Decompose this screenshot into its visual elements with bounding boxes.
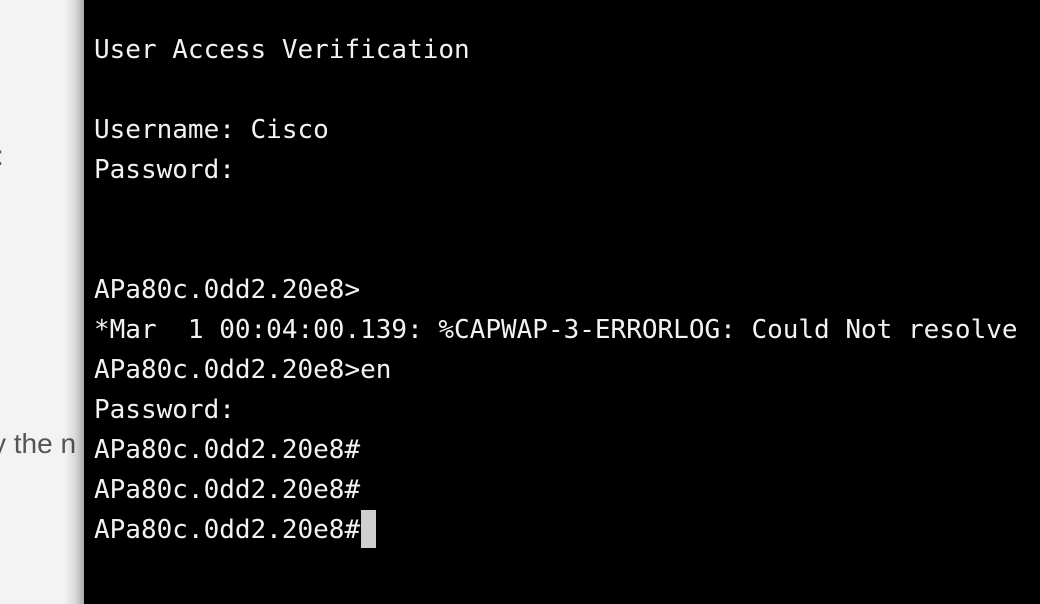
text-cursor <box>361 509 377 548</box>
terminal-line-banner: User Access Verification <box>94 35 470 65</box>
terminal-output: User Access Verification Username: Cisco… <box>94 30 1018 550</box>
terminal-line-username: Username: Cisco <box>94 115 329 145</box>
background-text-colon: : <box>0 140 4 172</box>
terminal-line-password: Password: <box>94 155 235 185</box>
terminal-line-prompt: APa80c.0dd2.20e8> <box>94 275 361 305</box>
terminal-line-log-message: *Mar 1 00:04:00.139: %CAPWAP-3-ERRORLOG:… <box>94 315 1018 345</box>
screen: : y the n User Access Verification Usern… <box>0 0 1040 604</box>
terminal-window[interactable]: User Access Verification Username: Cisco… <box>84 0 1040 604</box>
terminal-line-enable-command: APa80c.0dd2.20e8>en <box>94 355 392 385</box>
terminal-line-privileged-prompt: APa80c.0dd2.20e8# <box>94 435 361 465</box>
terminal-line-active-prompt[interactable]: APa80c.0dd2.20e8# <box>94 509 1018 550</box>
active-prompt-text: APa80c.0dd2.20e8# <box>94 515 361 545</box>
terminal-line-privileged-prompt: APa80c.0dd2.20e8# <box>94 475 361 505</box>
window-shadow <box>64 0 86 604</box>
terminal-line-enable-password: Password: <box>94 395 235 425</box>
